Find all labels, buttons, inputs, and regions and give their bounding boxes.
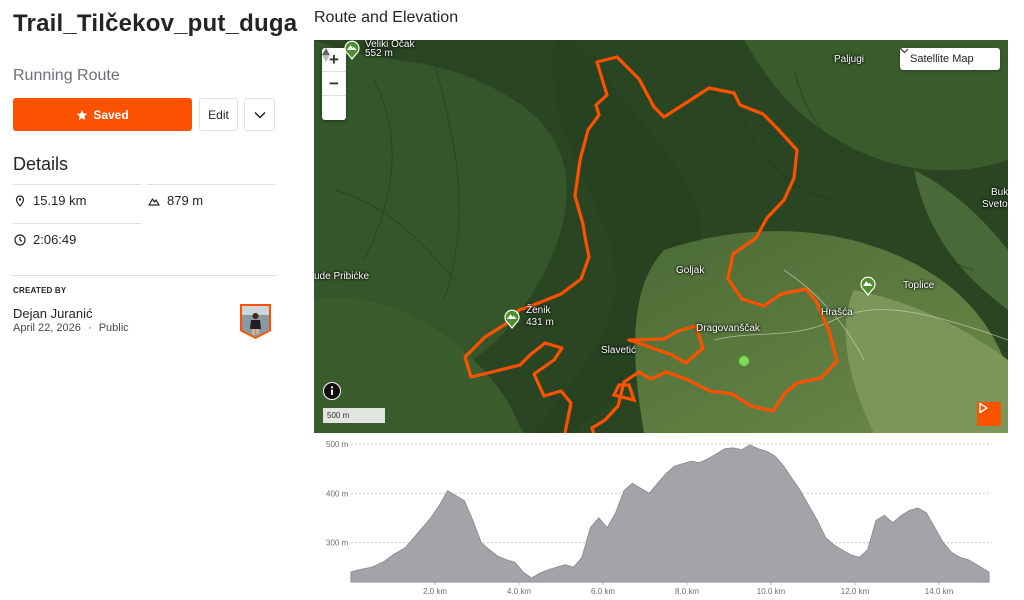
created-by-heading: CREATED BY bbox=[13, 286, 67, 295]
reset-north-button[interactable] bbox=[322, 48, 346, 120]
clock-icon bbox=[14, 233, 26, 246]
details-heading: Details bbox=[13, 154, 69, 174]
divider bbox=[13, 184, 141, 185]
x-tick-label: 4.0 km bbox=[507, 587, 531, 596]
elevation-value: 879 m bbox=[167, 193, 204, 208]
saved-label: Saved bbox=[93, 107, 129, 122]
created-date: April 22, 2026 bbox=[13, 322, 81, 334]
map-label: Dragovanščak bbox=[696, 323, 760, 334]
compass-icon bbox=[322, 48, 330, 62]
distance-stat: 15.19 km bbox=[14, 193, 86, 208]
x-axis-ticks: 2.0 km 4.0 km 6.0 km 8.0 km 10.0 km 12.0 km 14… bbox=[423, 582, 954, 596]
y-axis-ticks: 500 m 400 m 300 m bbox=[326, 440, 349, 548]
satellite-imagery bbox=[314, 40, 1008, 433]
divider bbox=[13, 223, 141, 224]
map-label: Goljak bbox=[676, 265, 705, 276]
divider bbox=[147, 184, 275, 185]
map-type-select[interactable]: Satellite Map bbox=[900, 48, 1000, 70]
map-label: Sveto bbox=[982, 199, 1008, 210]
duration-stat: 2:06:49 bbox=[14, 232, 76, 247]
elevation-area bbox=[350, 444, 990, 583]
x-tick-label: 10.0 km bbox=[757, 587, 786, 596]
map-label: Toplice bbox=[903, 280, 935, 291]
peak-marker-icon[interactable] bbox=[859, 274, 877, 296]
map-label: Paljugi bbox=[834, 54, 865, 65]
map-info-button[interactable] bbox=[323, 382, 341, 400]
route-meta: April 22, 2026 · Public bbox=[13, 322, 129, 334]
map-label: Buk bbox=[991, 187, 1008, 198]
y-tick-label: 500 m bbox=[326, 440, 349, 449]
meta-separator: · bbox=[87, 322, 92, 334]
x-tick-label: 2.0 km bbox=[423, 587, 447, 596]
info-icon bbox=[324, 383, 340, 399]
map-type-label: Satellite Map bbox=[910, 53, 974, 65]
section-title: Route and Elevation bbox=[314, 9, 459, 26]
duration-value: 2:06:49 bbox=[33, 232, 77, 247]
elevation-chart[interactable]: 500 m 400 m 300 m 2.0 km 4.0 km 6.0 km 8.0 km… bbox=[314, 436, 1008, 600]
peak-marker-icon[interactable] bbox=[343, 40, 361, 60]
more-options-button[interactable] bbox=[244, 98, 275, 131]
map-label: 431 m bbox=[526, 317, 554, 328]
location-pin-icon bbox=[14, 194, 26, 207]
y-tick-label: 400 m bbox=[326, 489, 349, 498]
map-label: Ženik bbox=[526, 305, 551, 316]
elevation-stat: 879 m bbox=[148, 193, 203, 208]
map-label: 552 m bbox=[365, 48, 393, 59]
route-start-marker bbox=[738, 355, 750, 367]
route-map[interactable]: + − Satellite Map Veliki Očak 552 m Palj… bbox=[314, 40, 1008, 433]
author-name[interactable]: Dejan Juranić bbox=[13, 306, 93, 321]
x-tick-label: 6.0 km bbox=[591, 587, 615, 596]
peak-marker-icon[interactable] bbox=[503, 307, 521, 329]
y-tick-label: 300 m bbox=[326, 539, 349, 548]
zoom-out-button[interactable]: − bbox=[322, 72, 346, 96]
x-tick-label: 8.0 km bbox=[675, 587, 699, 596]
map-label: ude Pribićke bbox=[314, 271, 370, 282]
chevron-down-icon bbox=[253, 111, 266, 119]
star-icon bbox=[77, 109, 88, 120]
map-label: Slavetić bbox=[601, 345, 637, 356]
edit-button[interactable]: Edit bbox=[199, 98, 238, 131]
distance-value: 15.19 km bbox=[33, 193, 87, 208]
route-type: Running Route bbox=[13, 67, 120, 84]
route-title: Trail_Tilčekov_put_duga bbox=[13, 10, 298, 37]
play-icon bbox=[979, 402, 988, 414]
play-flyover-button[interactable] bbox=[977, 402, 1001, 426]
x-tick-label: 14.0 km bbox=[925, 587, 954, 596]
divider bbox=[13, 275, 275, 276]
x-tick-label: 12.0 km bbox=[841, 587, 870, 596]
map-scale: 500 m bbox=[323, 408, 385, 423]
map-label: Hrašća bbox=[821, 307, 853, 318]
avatar[interactable] bbox=[238, 303, 273, 340]
visibility: Public bbox=[98, 322, 129, 334]
mountain-icon bbox=[148, 195, 160, 207]
saved-button[interactable]: Saved bbox=[13, 98, 192, 131]
chevron-down-icon bbox=[900, 48, 909, 54]
